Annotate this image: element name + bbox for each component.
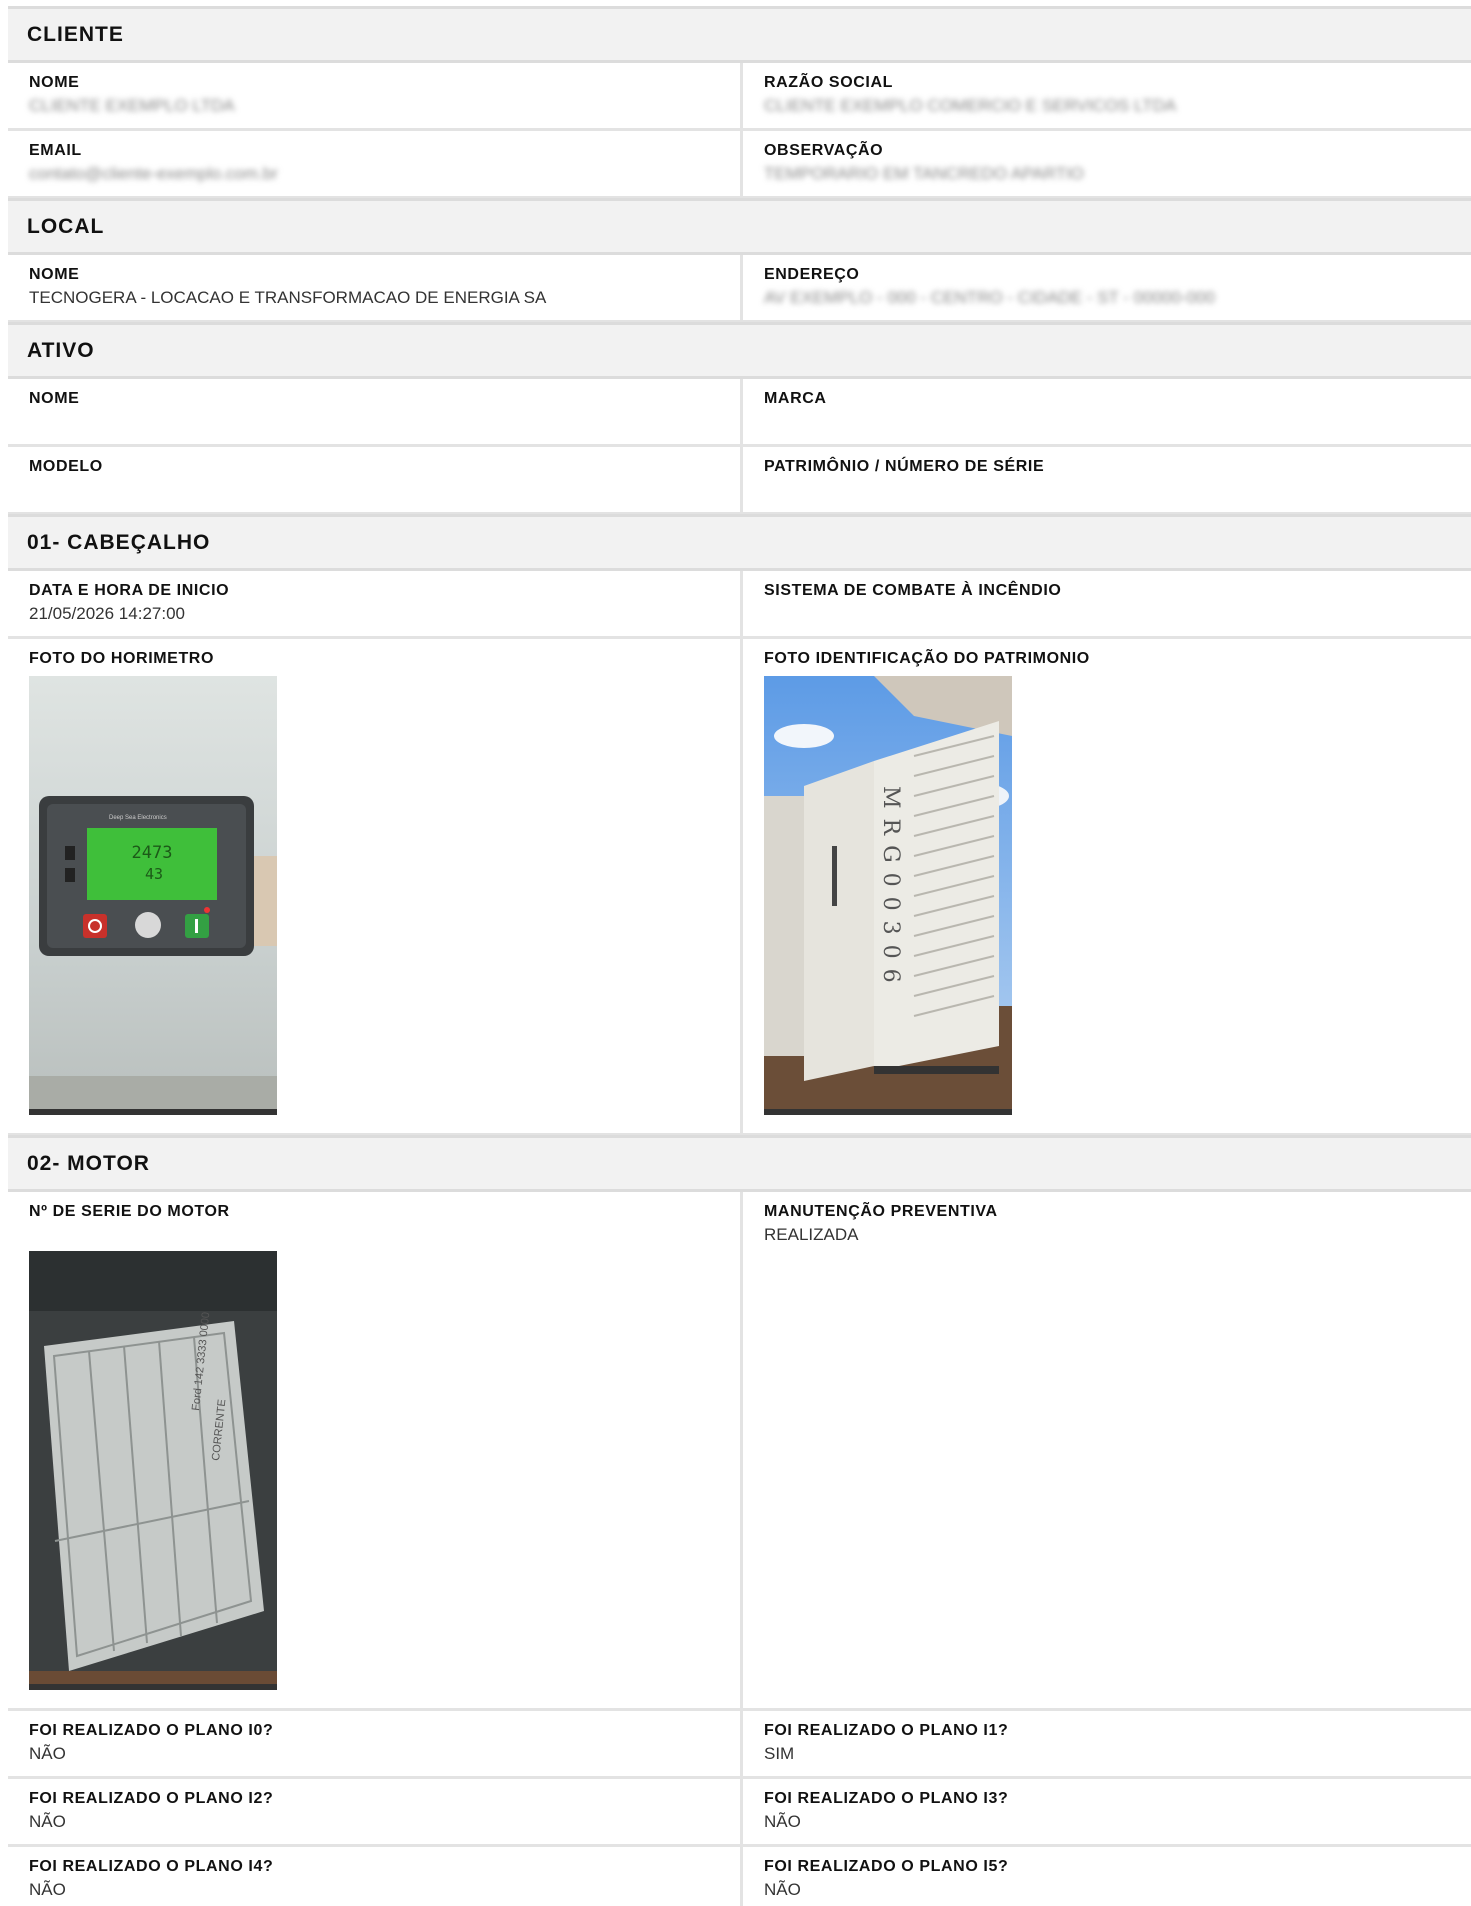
field-modelo: MODELO bbox=[8, 447, 743, 512]
field-label: MODELO bbox=[29, 458, 103, 475]
field-label: DATA E HORA DE INICIO bbox=[29, 582, 230, 599]
photo-timestamp-bar bbox=[29, 1109, 277, 1115]
field-label: NOME bbox=[29, 266, 80, 283]
section-title: ATIVO bbox=[27, 338, 95, 362]
row-plano-i0-i1: FOI REALIZADO O PLANO I0? NÃO FOI REALIZ… bbox=[8, 1711, 1471, 1779]
field-label: RAZÃO SOCIAL bbox=[764, 74, 893, 91]
field-value: contato@cliente-exemplo.com.br bbox=[29, 164, 278, 183]
field-value: NÃO bbox=[29, 1812, 66, 1831]
row-cabecalho-fotos: FOTO DO HORIMETRO 2473 43 Deep Sea Elect… bbox=[8, 639, 1471, 1136]
field-label: FOI REALIZADO O PLANO I5? bbox=[764, 1858, 1009, 1875]
field-label: PATRIMÔNIO / NÚMERO DE SÉRIE bbox=[764, 458, 1045, 475]
field-value: AV EXEMPLO - 000 - CENTRO - CIDADE - ST … bbox=[764, 288, 1215, 307]
field-plano-i0: FOI REALIZADO O PLANO I0? NÃO bbox=[8, 1711, 743, 1776]
section-title: 01- CABEÇALHO bbox=[27, 530, 211, 554]
field-label: FOTO DO HORIMETRO bbox=[29, 650, 215, 667]
horimeter-display-value: 2473 bbox=[132, 843, 173, 863]
section-header-cabecalho: 01- CABEÇALHO bbox=[8, 514, 1471, 571]
field-label: ENDEREÇO bbox=[764, 266, 860, 283]
field-value: TECNOGERA - LOCACAO E TRANSFORMACAO DE E… bbox=[29, 288, 547, 307]
section-title: LOCAL bbox=[27, 214, 105, 238]
row-local: NOME TECNOGERA - LOCACAO E TRANSFORMACAO… bbox=[8, 255, 1471, 323]
field-observacao: OBSERVAÇÃO TEMPORARIO EM TANCREDO APARTI… bbox=[743, 131, 1471, 196]
photo-timestamp-bar bbox=[764, 1109, 1012, 1115]
row-ativo-nome: NOME MARCA bbox=[8, 379, 1471, 447]
field-value: NÃO bbox=[29, 1744, 66, 1763]
field-label: MANUTENÇÃO PREVENTIVA bbox=[764, 1203, 998, 1220]
field-plano-i1: FOI REALIZADO O PLANO I1? SIM bbox=[743, 1711, 1471, 1776]
field-plano-i3: FOI REALIZADO O PLANO I3? NÃO bbox=[743, 1779, 1471, 1844]
row-cabecalho-data: DATA E HORA DE INICIO 21/05/2026 14:27:0… bbox=[8, 571, 1471, 639]
field-label: OBSERVAÇÃO bbox=[764, 142, 884, 159]
field-value: NÃO bbox=[764, 1812, 801, 1831]
section-title: 02- MOTOR bbox=[27, 1151, 150, 1175]
field-value: TEMPORARIO EM TANCREDO APARTIO bbox=[764, 164, 1084, 183]
field-label: FOTO IDENTIFICAÇÃO DO PATRIMONIO bbox=[764, 650, 1090, 667]
section-header-ativo: ATIVO bbox=[8, 322, 1471, 379]
row-plano-i4-i5: FOI REALIZADO O PLANO I4? NÃO FOI REALIZ… bbox=[8, 1847, 1471, 1906]
field-sistema-incendio: SISTEMA DE COMBATE À INCÊNDIO bbox=[743, 571, 1471, 636]
field-plano-i5: FOI REALIZADO O PLANO I5? NÃO bbox=[743, 1847, 1471, 1906]
generator-photo[interactable]: MRG00306 bbox=[764, 676, 1012, 1115]
field-email: EMAIL contato@cliente-exemplo.com.br bbox=[8, 131, 743, 196]
field-value: REALIZADA bbox=[764, 1225, 859, 1244]
horimeter-photo-image: 2473 43 Deep Sea Electronics bbox=[29, 676, 277, 1115]
panel-brand-text: Deep Sea Electronics bbox=[109, 815, 167, 821]
row-cliente-nome: NOME CLIENTE EXEMPLO LTDA RAZÃO SOCIAL C… bbox=[8, 63, 1471, 131]
field-value: 21/05/2026 14:27:00 bbox=[29, 604, 185, 623]
field-razao-social: RAZÃO SOCIAL CLIENTE EXEMPLO COMERCIO E … bbox=[743, 63, 1471, 128]
field-label: SISTEMA DE COMBATE À INCÊNDIO bbox=[764, 582, 1062, 599]
field-value: SIM bbox=[764, 1744, 795, 1763]
field-label: MARCA bbox=[764, 390, 827, 407]
field-foto-patrimonio: FOTO IDENTIFICAÇÃO DO PATRIMONIO MRG0030… bbox=[743, 639, 1471, 1133]
field-plano-i2: FOI REALIZADO O PLANO I2? NÃO bbox=[8, 1779, 743, 1844]
field-cliente-nome: NOME CLIENTE EXEMPLO LTDA bbox=[8, 63, 743, 128]
field-data-inicio: DATA E HORA DE INICIO 21/05/2026 14:27:0… bbox=[8, 571, 743, 636]
field-label: FOI REALIZADO O PLANO I1? bbox=[764, 1722, 1009, 1739]
section-title: CLIENTE bbox=[27, 22, 124, 46]
horimeter-display-sub: 43 bbox=[145, 865, 163, 883]
generator-tag-text: MRG00306 bbox=[878, 786, 903, 993]
field-value: NÃO bbox=[29, 1880, 66, 1899]
row-ativo-modelo: MODELO PATRIMÔNIO / NÚMERO DE SÉRIE bbox=[8, 447, 1471, 515]
field-ativo-nome: NOME bbox=[8, 379, 743, 444]
field-label: EMAIL bbox=[29, 142, 82, 159]
field-endereco: ENDEREÇO AV EXEMPLO - 000 - CENTRO - CID… bbox=[743, 255, 1471, 320]
photo-timestamp-bar bbox=[29, 1684, 277, 1690]
field-label: NOME bbox=[29, 390, 80, 407]
field-serie-motor: Nº DE SERIE DO MOTOR Ford 142 3333 0000 … bbox=[8, 1192, 743, 1708]
section-header-motor: 02- MOTOR bbox=[8, 1135, 1471, 1192]
field-label: FOI REALIZADO O PLANO I2? bbox=[29, 1790, 274, 1807]
field-local-nome: NOME TECNOGERA - LOCACAO E TRANSFORMACAO… bbox=[8, 255, 743, 320]
engine-plate-photo[interactable]: Ford 142 3333 0000 CORRENTE bbox=[29, 1251, 277, 1690]
generator-photo-image: MRG00306 bbox=[764, 676, 1012, 1115]
field-foto-horimetro: FOTO DO HORIMETRO 2473 43 Deep Sea Elect… bbox=[8, 639, 743, 1133]
field-value: CLIENTE EXEMPLO COMERCIO E SERVICOS LTDA bbox=[764, 96, 1177, 115]
engine-plate-photo-image: Ford 142 3333 0000 CORRENTE bbox=[29, 1251, 277, 1690]
field-plano-i4: FOI REALIZADO O PLANO I4? NÃO bbox=[8, 1847, 743, 1906]
field-label: FOI REALIZADO O PLANO I0? bbox=[29, 1722, 274, 1739]
section-header-cliente: CLIENTE bbox=[8, 6, 1471, 63]
field-patrimonio: PATRIMÔNIO / NÚMERO DE SÉRIE bbox=[743, 447, 1471, 512]
horimeter-photo[interactable]: 2473 43 Deep Sea Electronics bbox=[29, 676, 277, 1115]
field-label: NOME bbox=[29, 74, 80, 91]
field-value: CLIENTE EXEMPLO LTDA bbox=[29, 96, 235, 115]
row-cliente-email: EMAIL contato@cliente-exemplo.com.br OBS… bbox=[8, 131, 1471, 199]
field-label: FOI REALIZADO O PLANO I4? bbox=[29, 1858, 274, 1875]
field-label: Nº DE SERIE DO MOTOR bbox=[29, 1203, 230, 1220]
field-label: FOI REALIZADO O PLANO I3? bbox=[764, 1790, 1009, 1807]
row-motor-serie: Nº DE SERIE DO MOTOR Ford 142 3333 0000 … bbox=[8, 1192, 1471, 1711]
row-plano-i2-i3: FOI REALIZADO O PLANO I2? NÃO FOI REALIZ… bbox=[8, 1779, 1471, 1847]
field-value: NÃO bbox=[764, 1880, 801, 1899]
field-marca: MARCA bbox=[743, 379, 1471, 444]
field-manutencao-preventiva: MANUTENÇÃO PREVENTIVA REALIZADA bbox=[743, 1192, 1471, 1708]
section-header-local: LOCAL bbox=[8, 198, 1471, 255]
